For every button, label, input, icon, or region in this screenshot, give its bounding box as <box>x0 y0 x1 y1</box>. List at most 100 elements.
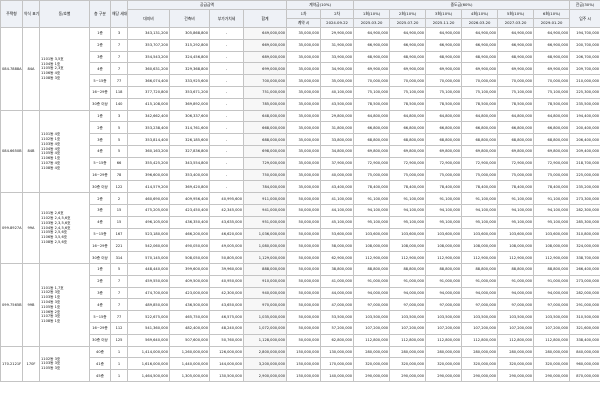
floor-cell: 3층 <box>89 203 111 217</box>
total-price-cell: 688,000,000 <box>242 133 288 146</box>
floor-cell: 30층 이상 <box>89 97 111 111</box>
middle-payment-cell: 88,800,000 <box>353 262 391 276</box>
floor-cell: 16~29층 <box>89 168 111 182</box>
balance-cell: 310,500,000 <box>569 310 600 323</box>
middle-payment-cell: 68,800,000 <box>425 133 463 146</box>
count-cell: 1 <box>110 345 128 359</box>
table-row: 5~15층 167 523,180,000 466,200,000 46,620,000… <box>1 227 600 241</box>
contract-1-cell: 50,000,000 <box>286 262 322 276</box>
middle-payment-cell: 280,000,000 <box>461 345 499 359</box>
count-cell: 7 <box>110 286 128 300</box>
land-price-cell: 570,145,000 <box>127 251 170 264</box>
table-row: 3층 7 474,700,000 423,000,000 42,300,000 940,0… <box>1 286 600 300</box>
table-row: 30층 이상 140 415,108,000 369,892,000-785,000,… <box>1 97 600 111</box>
floor-cell: 40층 <box>89 345 111 359</box>
building-units-cell: 1101동 4호 1102동 1호 1103동 4호 1104동 4호 1105동 4호… <box>39 109 90 194</box>
count-cell: 125 <box>110 333 128 347</box>
table-row: 2층 7 353,707,200 315,292,800-669,000,000 35,… <box>1 38 600 52</box>
middle-payment-cell: 68,800,000 <box>389 133 427 146</box>
land-price-cell: 414,579,200 <box>127 180 170 194</box>
middle-payment-cell: 320,000,000 <box>533 357 571 371</box>
contract-1-cell: 35,000,000 <box>286 97 322 111</box>
middle-payment-cell: 78,400,000 <box>497 180 535 194</box>
land-price-cell: 541,360,000 <box>127 321 170 335</box>
middle-payment-cell: 88,800,000 <box>389 262 427 276</box>
middle-payment-cell: 68,900,000 <box>425 50 463 64</box>
land-price-cell: 353,707,200 <box>127 38 170 52</box>
middle-payment-cell: 112,900,000 <box>353 251 391 264</box>
building-price-cell: 353,671,200 <box>169 85 210 99</box>
middle-payment-cell: 75,100,000 <box>533 85 571 99</box>
middle-payment-cell: 66,800,000 <box>425 121 463 135</box>
middle-payment-cell: 94,000,000 <box>425 286 463 300</box>
middle-payment-cell: 107,200,000 <box>425 321 463 335</box>
balance-cell: 225,000,000 <box>569 168 600 182</box>
middle-payment-cell: 112,800,000 <box>425 333 463 347</box>
plot-area-cell: 99A <box>22 192 40 264</box>
middle-payment-cell: 69,800,000 <box>533 144 571 158</box>
contract-2-cell: 170,000,000 <box>320 357 355 371</box>
contract-1-cell: 50,000,000 <box>286 203 322 217</box>
middle-payment-cell: 64,900,000 <box>425 27 463 40</box>
contract-2-cell: 62,900,000 <box>320 251 355 264</box>
vat-cell: - <box>209 144 244 158</box>
unit-type-cell: 170.2121F <box>0 345 23 382</box>
middle-payment-cell: 78,400,000 <box>425 180 463 194</box>
vat-cell: 43,650,000 <box>209 298 244 312</box>
header-balance: 잔금(30%) <box>569 0 600 10</box>
middle-payment-cell: 72,900,000 <box>497 156 535 170</box>
unit-type-cell: 084.7888A <box>0 27 23 111</box>
vat-cell: - <box>209 85 244 99</box>
land-price-cell: 522,675,000 <box>127 310 170 323</box>
balance-cell: 338,700,000 <box>569 251 600 264</box>
building-price-cell: 333,925,600 <box>169 74 210 87</box>
vat-cell: 40,995,600 <box>209 192 244 205</box>
table-row: 4층 5 360,163,200 327,836,800-698,000,000 35,… <box>1 144 600 158</box>
balance-cell: 206,400,000 <box>569 133 600 146</box>
contract-2-cell: 43,400,000 <box>320 180 355 194</box>
middle-payment-cell: 107,200,000 <box>497 321 535 335</box>
balance-cell: 960,000,000 <box>569 357 600 371</box>
balance-cell: 321,600,000 <box>569 321 600 335</box>
plot-area-cell: 84B <box>22 109 40 194</box>
middle-payment-cell: 69,800,000 <box>389 144 427 158</box>
vat-cell: - <box>209 168 244 182</box>
middle-payment-cell: 103,600,000 <box>353 227 391 241</box>
middle-payment-cell: 68,800,000 <box>533 133 571 146</box>
middle-payment-cell: 75,000,000 <box>425 168 463 182</box>
vat-cell: 126,000,000 <box>209 345 244 359</box>
header-middle: 중도금(60%) <box>353 0 571 10</box>
balance-cell: 291,000,000 <box>569 298 600 312</box>
floor-cell: 30층 이상 <box>89 333 111 347</box>
contract-1-cell: 35,000,000 <box>286 109 322 123</box>
count-cell: 7 <box>110 274 128 288</box>
vat-cell: 42,300,000 <box>209 286 244 300</box>
contract-1-cell: 35,000,000 <box>286 27 322 40</box>
contract-2-cell: 37,900,000 <box>320 156 355 170</box>
header-type: 주택형 <box>0 0 23 28</box>
middle-payment-cell: 75,000,000 <box>461 168 499 182</box>
middle-payment-cell: 112,800,000 <box>497 333 535 347</box>
count-cell: 314 <box>110 251 128 264</box>
middle-payment-cell: 69,800,000 <box>461 144 499 158</box>
contract-2-cell: 140,000,000 <box>320 369 355 382</box>
middle-payment-cell: 75,100,000 <box>389 85 427 99</box>
contract-1-cell: 35,000,000 <box>286 156 322 170</box>
middle-payment-cell: 103,500,000 <box>461 310 499 323</box>
middle-payment-cell: 290,000,000 <box>533 369 571 382</box>
contract-2-cell: 33,800,000 <box>320 133 355 146</box>
contract-2-cell: 40,100,000 <box>320 85 355 99</box>
contract-2-cell: 45,100,000 <box>320 215 355 229</box>
header-contract: 계약금(10%) <box>286 0 355 10</box>
building-price-cell: 482,400,000 <box>169 321 210 335</box>
vat-cell: 50,805,000 <box>209 251 244 264</box>
land-price-cell: 448,440,000 <box>127 262 170 276</box>
middle-payment-cell: 91,000,000 <box>425 274 463 288</box>
middle-payment-cell: 95,100,000 <box>497 215 535 229</box>
count-cell: 78 <box>110 168 128 182</box>
count-cell: 7 <box>110 298 128 312</box>
middle-payment-cell: 72,900,000 <box>533 156 571 170</box>
middle-payment-cell: 112,900,000 <box>461 251 499 264</box>
floor-cell: 5~15층 <box>89 310 111 323</box>
contract-1-cell: 150,000,000 <box>286 369 322 382</box>
